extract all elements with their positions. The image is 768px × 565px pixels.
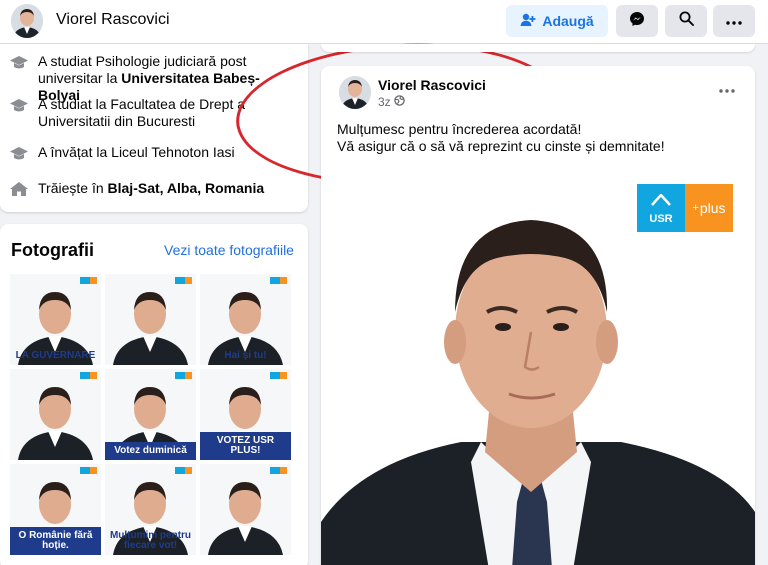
about-text: A învățat la Liceul Tehnoton Iasi — [38, 144, 235, 160]
photo-thumbnail[interactable] — [200, 464, 291, 555]
add-button-label: Adaugă — [542, 13, 594, 29]
profile-header: Viorel Rascovici Adaugă — [0, 0, 768, 44]
thumbnail-portrait — [105, 274, 196, 365]
post-time-text: 3z — [378, 95, 391, 109]
usr-logo-text: USR — [649, 213, 673, 225]
add-user-icon — [520, 13, 536, 30]
photo-thumbnail[interactable]: O Românie fără hoție. — [10, 464, 101, 555]
about-text: A studiat la Facultatea de Drept a Unive… — [38, 96, 246, 129]
photo-caption: O Românie fără hoție. — [10, 527, 101, 555]
post-line-1: Mulțumesc pentru încrederea acordată! — [337, 121, 582, 137]
post-options-button[interactable] — [719, 80, 735, 98]
photo-caption: LA GUVERNARE — [15, 350, 96, 361]
plus-logo-text: plus — [699, 200, 726, 216]
previous-card-edge — [321, 44, 755, 52]
photo-caption: Mulțumim pentru fiecare vot! — [109, 530, 192, 551]
post-line-2: Vă asigur că o să vă reprezint cu cinste… — [337, 138, 665, 154]
messenger-icon — [629, 11, 645, 32]
about-text: Trăiește în — [38, 180, 108, 196]
avatar[interactable] — [11, 4, 43, 38]
photo-caption: Hai și tu! — [224, 350, 267, 361]
more-icon — [726, 12, 742, 30]
post-photo[interactable]: USR + plus — [321, 162, 755, 565]
graduation-cap-icon — [9, 97, 29, 113]
photo-thumbnail[interactable] — [105, 274, 196, 365]
photo-thumbnail[interactable]: LA GUVERNARE — [10, 274, 101, 365]
home-icon — [9, 181, 29, 197]
photos-card: Fotografii Vezi toate fotografiile LA GU… — [0, 224, 308, 565]
post-author[interactable]: Viorel Rascovici — [378, 77, 486, 93]
post-avatar[interactable] — [339, 76, 371, 109]
message-button[interactable] — [616, 5, 658, 37]
photo-thumbnail[interactable]: Hai și tu! — [200, 274, 291, 365]
intro-card: A studiat Psihologie judiciară post univ… — [0, 44, 308, 212]
see-all-photos-link[interactable]: Vezi toate fotografiile — [164, 242, 294, 258]
add-friend-button[interactable]: Adaugă — [506, 5, 608, 37]
photo-thumbnail[interactable]: Votez duminică — [105, 369, 196, 460]
thumbnail-portrait — [10, 369, 101, 460]
photo-thumbnail[interactable]: Mulțumim pentru fiecare vot! — [105, 464, 196, 555]
post-timestamp[interactable]: 3z — [378, 95, 405, 109]
thumbnail-portrait — [200, 464, 291, 555]
photo-thumbnail[interactable]: VOTEZ USR PLUS! — [200, 369, 291, 460]
photo-thumbnail[interactable] — [10, 369, 101, 460]
post-message: Mulțumesc pentru încrederea acordată! Vă… — [337, 121, 737, 155]
post: Viorel Rascovici 3z Mulțumesc pentru înc… — [321, 66, 755, 565]
profile-name[interactable]: Viorel Rascovici — [56, 11, 170, 29]
usr-logo-block: USR — [637, 184, 685, 232]
search-icon — [679, 11, 694, 31]
about-link[interactable]: Blaj-Sat, Alba, Romania — [108, 180, 265, 196]
photos-title: Fotografii — [11, 240, 94, 260]
graduation-cap-icon — [9, 54, 29, 70]
usr-plus-logo: USR + plus — [637, 184, 733, 232]
more-options-button[interactable] — [713, 5, 755, 37]
more-icon — [719, 80, 735, 97]
plus-sign-icon: + — [692, 202, 699, 214]
photo-caption: Votez duminică — [105, 442, 196, 460]
photo-caption: VOTEZ USR PLUS! — [200, 432, 291, 460]
plus-logo-block: + plus — [685, 184, 733, 232]
graduation-cap-icon — [9, 145, 29, 161]
search-button[interactable] — [665, 5, 707, 37]
globe-icon — [393, 95, 405, 109]
